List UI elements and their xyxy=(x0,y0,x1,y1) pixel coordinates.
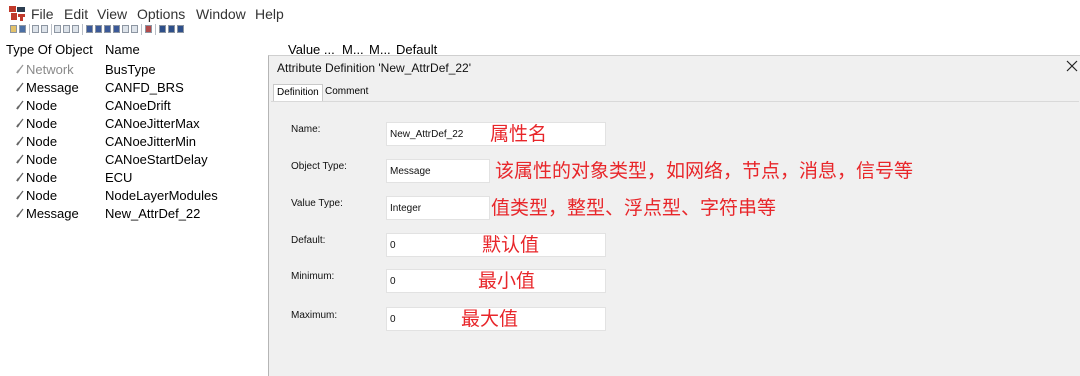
row-name: CANoeJitterMax xyxy=(105,116,200,131)
list-row[interactable]: Node CANoeJitterMin xyxy=(0,133,270,151)
attribute-icon xyxy=(16,172,24,182)
row-type: Message xyxy=(26,206,79,221)
row-name: CANoeStartDelay xyxy=(105,152,208,167)
view-env-icon[interactable] xyxy=(122,25,129,33)
menu-bar: File Edit View Options Window Help xyxy=(0,0,1080,24)
default-label: Default: xyxy=(291,235,326,246)
paste-icon[interactable] xyxy=(54,25,61,33)
minimum-label: Minimum: xyxy=(291,271,335,282)
attribute-list: Type Of Object Name Value ... M... M... … xyxy=(0,40,437,376)
row-name: New_AttrDef_22 xyxy=(105,206,201,221)
view-attributes-icon[interactable] xyxy=(131,25,138,33)
row-name: CANFD_BRS xyxy=(105,80,184,95)
menu-edit[interactable]: Edit xyxy=(64,6,88,22)
toolbar-separator xyxy=(82,24,83,35)
value-type-annotation: 值类型，整型、浮点型、字符串等 xyxy=(491,197,777,219)
list-row[interactable]: Node CANoeJitterMax xyxy=(0,115,270,133)
list-row[interactable]: Node NodeLayerModules xyxy=(0,187,270,205)
column-type-of-object[interactable]: Type Of Object xyxy=(6,42,93,57)
list-row[interactable]: Node CANoeStartDelay xyxy=(0,151,270,169)
open-icon[interactable] xyxy=(10,25,17,33)
row-name: NodeLayerModules xyxy=(105,188,218,203)
attribute-icon xyxy=(16,154,24,164)
toolbar-separator xyxy=(141,24,142,35)
row-type: Node xyxy=(26,170,58,185)
attribute-icon xyxy=(16,190,24,200)
row-type: Node xyxy=(26,116,58,131)
row-name: ECU xyxy=(105,170,133,185)
menu-options[interactable]: Options xyxy=(137,6,185,22)
cut-icon[interactable] xyxy=(32,25,39,33)
menu-view[interactable]: View xyxy=(97,6,127,22)
maximum-annotation: 最大值 xyxy=(461,308,519,330)
object-type-label: Object Type: xyxy=(291,161,347,172)
toolbar-separator xyxy=(29,24,30,35)
row-type: Node xyxy=(26,98,58,113)
row-type: Network xyxy=(26,62,74,77)
toolbar-separator xyxy=(155,24,156,35)
value-type-label: Value Type: xyxy=(291,198,343,209)
object-type-select[interactable]: Message xyxy=(386,159,490,183)
menu-help[interactable]: Help xyxy=(255,6,284,22)
tab-definition[interactable]: Definition xyxy=(273,84,323,101)
attribute-icon xyxy=(16,64,24,74)
attribute-icon xyxy=(16,82,24,92)
menu-window[interactable]: Window xyxy=(196,6,246,22)
list-row[interactable]: Node ECU xyxy=(0,169,270,187)
view-node-icon[interactable] xyxy=(95,25,102,33)
view-signal-icon[interactable] xyxy=(113,25,120,33)
maximum-label: Maximum: xyxy=(291,310,338,321)
list-row[interactable]: Network BusType xyxy=(0,61,270,79)
row-name: CANoeDrift xyxy=(105,98,171,113)
attribute-icon xyxy=(16,100,24,110)
dialog-title: Attribute Definition 'New_AttrDef_22' xyxy=(277,61,472,75)
symbols-icon[interactable] xyxy=(145,25,152,33)
value-type-select[interactable]: Integer xyxy=(386,196,490,220)
toolbar-separator xyxy=(51,24,52,35)
tab-comment[interactable]: Comment xyxy=(322,84,371,101)
tile-horizontal-icon[interactable] xyxy=(168,25,175,33)
row-type: Node xyxy=(26,188,58,203)
app-logo-icon xyxy=(9,6,25,21)
name-annotation: 属性名 xyxy=(490,123,548,145)
attribute-definition-dialog: Attribute Definition 'New_AttrDef_22' De… xyxy=(268,55,1080,376)
toolbar xyxy=(0,24,230,36)
close-icon[interactable] xyxy=(1064,58,1080,74)
save-icon[interactable] xyxy=(19,25,26,33)
list-row[interactable]: Node CANoeDrift xyxy=(0,97,270,115)
row-type: Message xyxy=(26,80,79,95)
list-row[interactable]: Message New_AttrDef_22 xyxy=(0,205,270,223)
object-type-annotation: 该属性的对象类型，如网络，节点，消息，信号等 xyxy=(495,160,914,182)
row-type: Node xyxy=(26,152,58,167)
row-name: CANoeJitterMin xyxy=(105,134,197,149)
name-label: Name: xyxy=(291,124,321,135)
tile-vertical-icon[interactable] xyxy=(177,25,184,33)
attribute-icon xyxy=(16,136,24,146)
attribute-icon xyxy=(16,208,24,218)
menu-file[interactable]: File xyxy=(31,6,54,22)
minimum-annotation: 最小值 xyxy=(478,270,536,292)
list-row[interactable]: Message CANFD_BRS xyxy=(0,79,270,97)
view-network-icon[interactable] xyxy=(86,25,93,33)
row-name: BusType xyxy=(105,62,156,77)
cascade-icon[interactable] xyxy=(159,25,166,33)
attribute-icon xyxy=(16,118,24,128)
default-annotation: 默认值 xyxy=(482,234,540,256)
copy-icon[interactable] xyxy=(41,25,48,33)
row-type: Node xyxy=(26,134,58,149)
properties-icon[interactable] xyxy=(72,25,79,33)
definition-panel: Name: New_AttrDef_22 属性名 Object Type: Me… xyxy=(271,101,1079,376)
view-message-icon[interactable] xyxy=(104,25,111,33)
delete-icon[interactable] xyxy=(63,25,70,33)
column-name[interactable]: Name xyxy=(105,42,140,57)
